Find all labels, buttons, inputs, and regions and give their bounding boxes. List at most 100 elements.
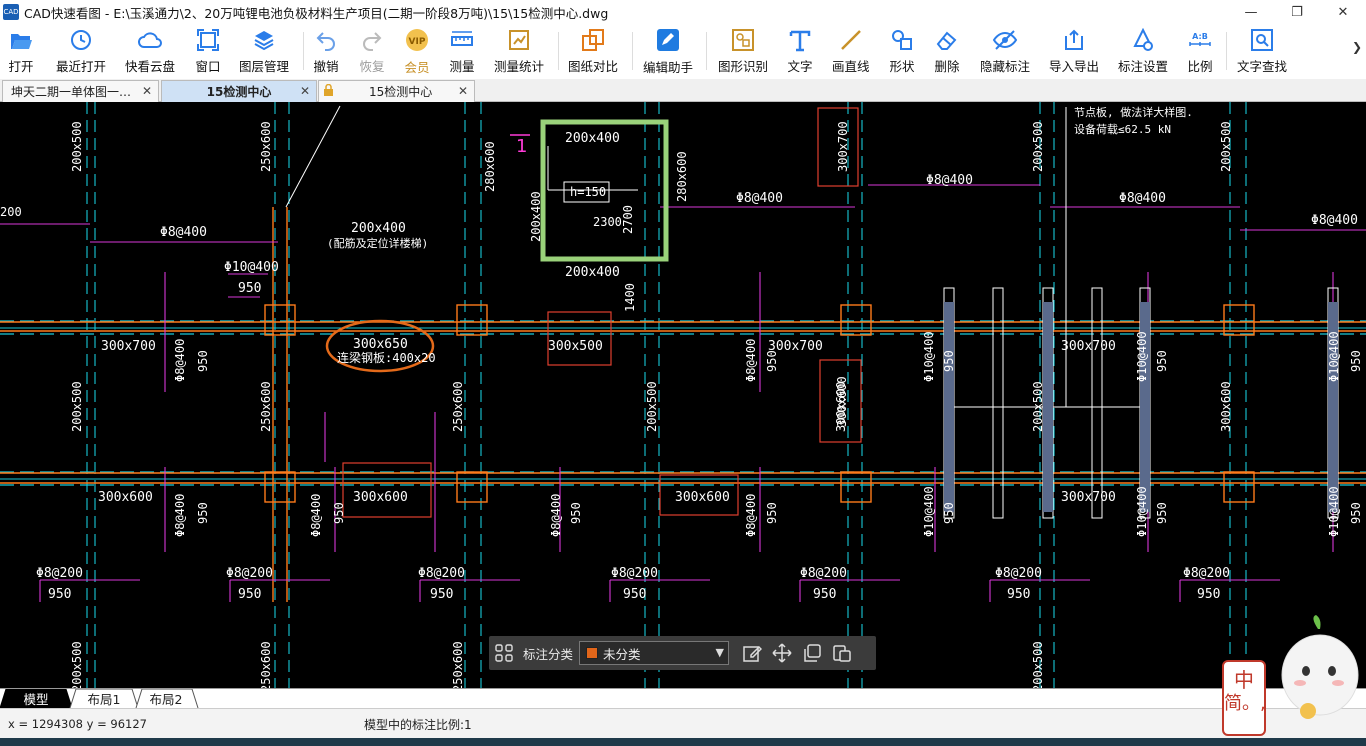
- move-icon[interactable]: [767, 643, 797, 663]
- svg-text:Φ10@400: Φ10@400: [1327, 331, 1341, 382]
- edit-note-icon[interactable]: [737, 643, 767, 663]
- svg-text:200x500: 200x500: [1031, 121, 1045, 172]
- open-button[interactable]: 打开: [8, 27, 34, 75]
- svg-text:Φ10@400: Φ10@400: [1135, 331, 1149, 382]
- tab-close-icon[interactable]: ✕: [300, 84, 310, 98]
- cloud-drive-button[interactable]: 快看云盘: [125, 27, 175, 75]
- measure-stats-button[interactable]: 测量统计: [494, 27, 544, 75]
- close-window-button[interactable]: ✕: [1320, 0, 1366, 24]
- svg-text:950: 950: [1197, 587, 1220, 602]
- svg-text:950: 950: [813, 587, 836, 602]
- svg-text:Φ8@400: Φ8@400: [736, 191, 783, 206]
- svg-text:Φ8@400: Φ8@400: [173, 339, 187, 382]
- layer-manager-button[interactable]: 图层管理: [239, 27, 289, 75]
- hide-annotation-button[interactable]: 隐藏标注: [980, 27, 1030, 75]
- app-icon: CAD: [3, 4, 19, 20]
- drawing-canvas[interactable]: 1 节点板, 做法详大样图. 设备荷载≤62.5 kN 300x700 300x…: [0, 102, 1366, 688]
- svg-text:280x600: 280x600: [675, 151, 689, 202]
- line-icon: [838, 27, 864, 52]
- document-tabs: 坤天二期一单体图一… ✕ 15检测中心 ✕ 15检测中心 ✕: [0, 79, 1366, 102]
- vip-button[interactable]: VIP 会员: [404, 27, 430, 75]
- svg-text:300x600: 300x600: [1219, 381, 1233, 432]
- tab-layout2[interactable]: 布局2: [140, 689, 192, 708]
- svg-text:950: 950: [238, 587, 261, 602]
- svg-text:950: 950: [942, 350, 956, 372]
- compare-icon: [580, 27, 606, 52]
- tab-model[interactable]: 模型: [8, 689, 64, 708]
- window-icon: [195, 27, 221, 52]
- annotation-settings-button[interactable]: 标注设置: [1118, 27, 1168, 75]
- recent-button[interactable]: 最近打开: [56, 27, 106, 75]
- ime-indicator[interactable]: 中 简。,: [1222, 660, 1266, 736]
- shape-recognize-button[interactable]: 图形识别: [718, 27, 768, 75]
- cursor-coordinates: x = 1294308 y = 96127: [8, 717, 147, 731]
- delete-button[interactable]: 删除: [934, 27, 960, 75]
- svg-text:200x500: 200x500: [70, 641, 84, 688]
- svg-text:950: 950: [942, 502, 956, 524]
- draw-line-button[interactable]: 画直线: [832, 27, 870, 75]
- status-bar: x = 1294308 y = 96127 模型中的标注比例:1: [0, 708, 1366, 738]
- svg-text:250x600: 250x600: [259, 381, 273, 432]
- svg-text:300x600: 300x600: [675, 490, 730, 505]
- svg-text:300x600: 300x600: [835, 376, 849, 427]
- mascot-image: [1278, 615, 1362, 725]
- maximize-button[interactable]: ❐: [1274, 0, 1320, 24]
- svg-text:VIP: VIP: [409, 37, 426, 47]
- paste-icon[interactable]: [827, 643, 857, 663]
- annotation-category-select[interactable]: 未分类 ▼: [579, 641, 730, 665]
- undo-icon: [313, 27, 339, 52]
- svg-text:Φ8@200: Φ8@200: [36, 566, 83, 581]
- tab-close-icon[interactable]: ✕: [142, 84, 152, 98]
- svg-text:950: 950: [765, 350, 779, 372]
- grid-apps-icon[interactable]: [489, 644, 519, 662]
- minimize-button[interactable]: —: [1228, 0, 1274, 24]
- svg-text:300x700: 300x700: [1061, 339, 1116, 354]
- svg-text:950: 950: [430, 587, 453, 602]
- shapes-button[interactable]: 形状: [889, 27, 915, 75]
- tab-inspection-center[interactable]: 15检测中心 ✕: [161, 80, 317, 102]
- redo-button[interactable]: 恢复: [359, 27, 385, 75]
- measure-stats-icon: [506, 27, 532, 52]
- window-button[interactable]: 窗口: [195, 27, 221, 75]
- svg-text:1400: 1400: [623, 283, 637, 312]
- eraser-icon: [934, 27, 960, 52]
- text-button[interactable]: 文字: [787, 27, 813, 75]
- text-search-button[interactable]: 文字查找: [1237, 27, 1287, 75]
- svg-text:Φ8@200: Φ8@200: [418, 566, 465, 581]
- toolbar-more-icon[interactable]: ❯: [1352, 40, 1362, 54]
- svg-text:200x500: 200x500: [70, 381, 84, 432]
- tab-kuntian[interactable]: 坤天二期一单体图一… ✕: [2, 80, 159, 102]
- tab-layout1[interactable]: 布局1: [76, 689, 132, 708]
- tab-close-icon[interactable]: ✕: [458, 84, 468, 98]
- svg-text:Φ10@400: Φ10@400: [922, 486, 936, 537]
- svg-text:Φ10@400: Φ10@400: [224, 260, 279, 275]
- edit-assistant-button[interactable]: 编辑助手: [643, 27, 693, 75]
- svg-text:250x600: 250x600: [259, 121, 273, 172]
- copy-icon[interactable]: [797, 643, 827, 663]
- svg-text:1: 1: [516, 136, 527, 157]
- svg-text:200: 200: [0, 205, 22, 219]
- measure-button[interactable]: 测量: [449, 27, 475, 75]
- svg-text:950: 950: [332, 502, 346, 524]
- svg-text:Φ8@200: Φ8@200: [995, 566, 1042, 581]
- window-title: CAD快速看图 - E:\玉溪通力\2、20万吨锂电池负极材料生产项目(二期一阶…: [24, 5, 609, 21]
- svg-text:300x500: 300x500: [548, 339, 603, 354]
- tab-inspection-center-locked[interactable]: 15检测中心 ✕: [318, 80, 475, 102]
- svg-text:200x500: 200x500: [1031, 641, 1045, 688]
- svg-text:300x600: 300x600: [353, 490, 408, 505]
- svg-text:Φ8@200: Φ8@200: [226, 566, 273, 581]
- svg-text:2700: 2700: [621, 205, 635, 234]
- svg-text:950: 950: [196, 502, 210, 524]
- compare-button[interactable]: 图纸对比: [568, 27, 618, 75]
- svg-text:300x700: 300x700: [101, 339, 156, 354]
- scale-button[interactable]: A:B 比例: [1187, 27, 1213, 75]
- svg-text:Φ8@400: Φ8@400: [160, 225, 207, 240]
- import-export-button[interactable]: 导入导出: [1049, 27, 1099, 75]
- vip-icon: VIP: [404, 27, 430, 53]
- undo-button[interactable]: 撤销: [313, 27, 339, 75]
- svg-text:200x500: 200x500: [645, 381, 659, 432]
- main-toolbar: 打开 最近打开 快看云盘 窗口 图层管理 撤销 恢复 VIP 会员 测量 测量统…: [0, 24, 1366, 78]
- svg-text:200x400: 200x400: [529, 191, 543, 242]
- svg-text:200x400: 200x400: [565, 265, 620, 280]
- svg-text:300x700: 300x700: [836, 121, 850, 172]
